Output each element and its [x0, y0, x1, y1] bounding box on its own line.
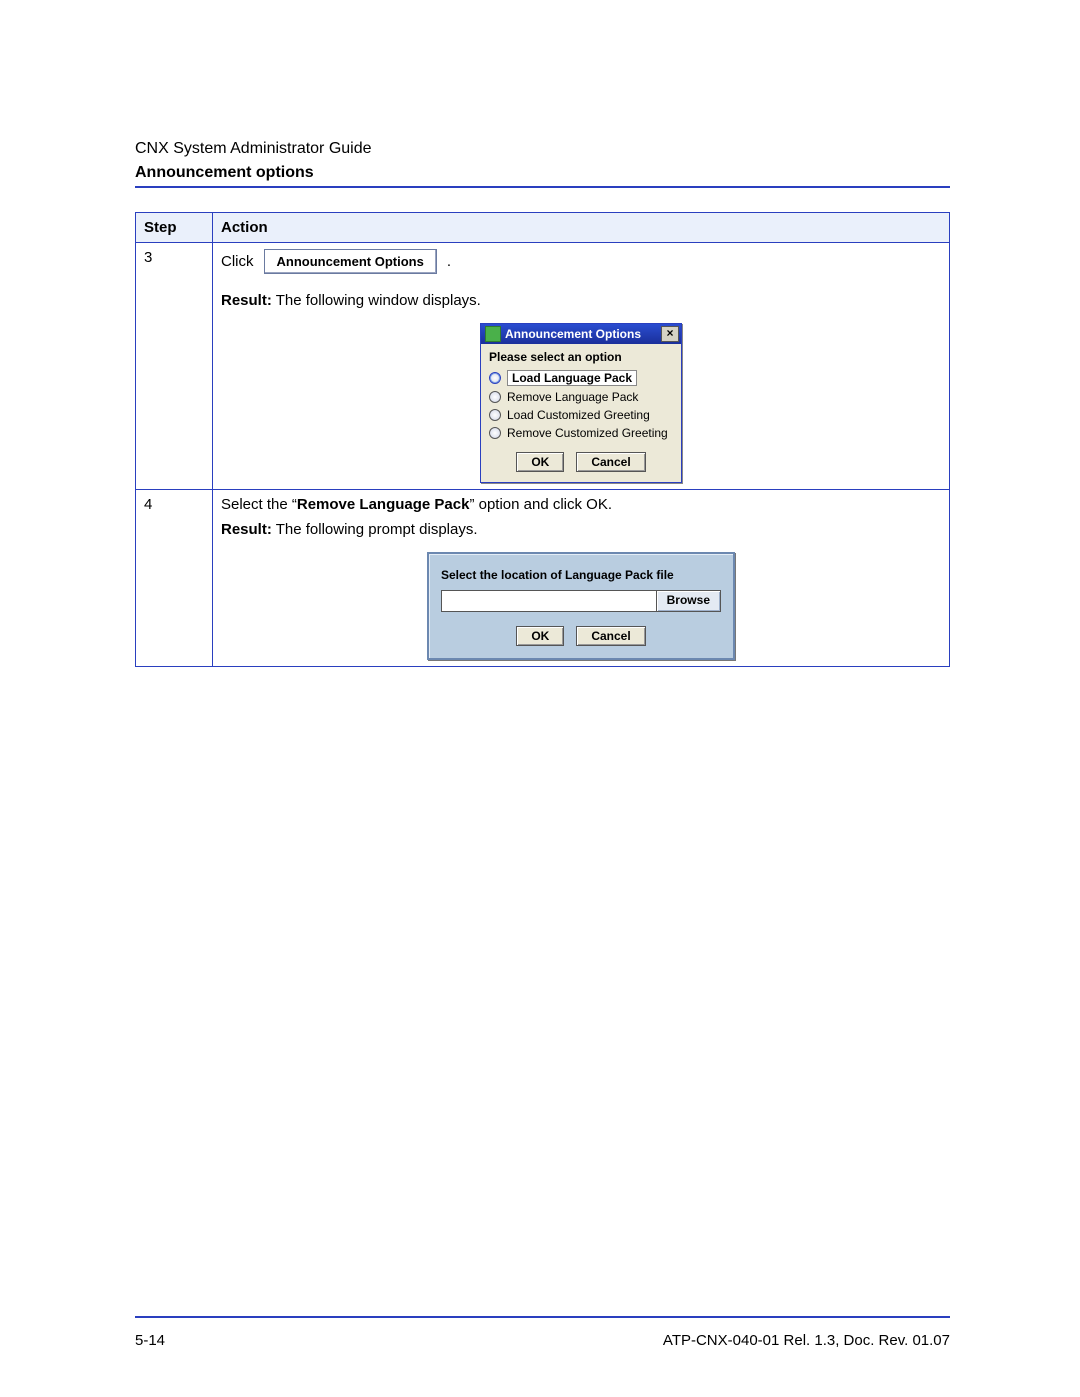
doc-id: ATP-CNX-040-01 Rel. 1.3, Doc. Rev. 01.07 [663, 1332, 950, 1349]
dialog-titlebar: Announcement Options × [481, 324, 681, 344]
radio-label: Remove Language Pack [507, 390, 638, 404]
ok-button[interactable]: OK [516, 626, 564, 646]
dialog-prompt: Please select an option [489, 350, 673, 364]
radio-option-remove-language-pack[interactable]: Remove Language Pack [489, 390, 673, 404]
instruction-line: Select the “Remove Language Pack” option… [221, 496, 941, 513]
close-icon[interactable]: × [661, 326, 679, 342]
prompt-label: Select the location of Language Pack fil… [441, 568, 721, 582]
action-cell: Select the “Remove Language Pack” option… [213, 490, 950, 667]
radio-option-load-language-pack[interactable]: Load Language Pack [489, 370, 673, 386]
section-heading: Announcement options [135, 164, 950, 182]
radio-option-load-customized-greeting[interactable]: Load Customized Greeting [489, 408, 673, 422]
ok-button[interactable]: OK [516, 452, 564, 472]
radio-option-remove-customized-greeting[interactable]: Remove Customized Greeting [489, 426, 673, 440]
steps-table: Step Action 3 Click Announcement Options… [135, 212, 950, 667]
action-cell: Click Announcement Options . Result: The… [213, 243, 950, 490]
page-footer: 5-14 ATP-CNX-040-01 Rel. 1.3, Doc. Rev. … [135, 1332, 950, 1349]
announcement-options-button[interactable]: Announcement Options [264, 249, 437, 274]
col-header-action: Action [213, 213, 950, 243]
header-divider [135, 186, 950, 188]
radio-icon [489, 427, 501, 439]
document-page: CNX System Administrator Guide Announcem… [0, 0, 1080, 1397]
file-path-input[interactable] [441, 590, 657, 612]
result-text: The following window displays. [272, 292, 481, 309]
radio-label: Load Language Pack [507, 370, 637, 386]
dialog-title: Announcement Options [505, 327, 641, 341]
radio-icon [489, 409, 501, 421]
language-pack-prompt-dialog: Select the location of Language Pack fil… [427, 552, 735, 660]
result-label: Result: [221, 521, 272, 538]
result-line: Result: The following prompt displays. [221, 521, 941, 538]
page-number: 5-14 [135, 1332, 165, 1349]
radio-label: Remove Customized Greeting [507, 426, 668, 440]
footer-divider [135, 1316, 950, 1318]
table-row: 4 Select the “Remove Language Pack” opti… [136, 490, 950, 667]
click-instruction: Click Announcement Options . [221, 249, 941, 274]
table-row: 3 Click Announcement Options . Result: T… [136, 243, 950, 490]
radio-icon [489, 391, 501, 403]
result-text: The following prompt displays. [272, 521, 478, 538]
app-icon [485, 326, 501, 342]
col-header-step: Step [136, 213, 213, 243]
bold-option-name: Remove Language Pack [297, 496, 470, 513]
click-text: Click [221, 253, 254, 270]
period: . [447, 253, 451, 270]
result-label: Result: [221, 292, 272, 309]
radio-icon [489, 372, 501, 384]
cancel-button[interactable]: Cancel [576, 452, 645, 472]
browse-button[interactable]: Browse [657, 590, 721, 612]
announcement-options-dialog: Announcement Options × Please select an … [480, 323, 682, 483]
cancel-button[interactable]: Cancel [576, 626, 645, 646]
guide-title: CNX System Administrator Guide [135, 140, 950, 158]
step-number: 3 [136, 243, 213, 490]
step-number: 4 [136, 490, 213, 667]
result-line: Result: The following window displays. [221, 292, 941, 309]
radio-label: Load Customized Greeting [507, 408, 650, 422]
